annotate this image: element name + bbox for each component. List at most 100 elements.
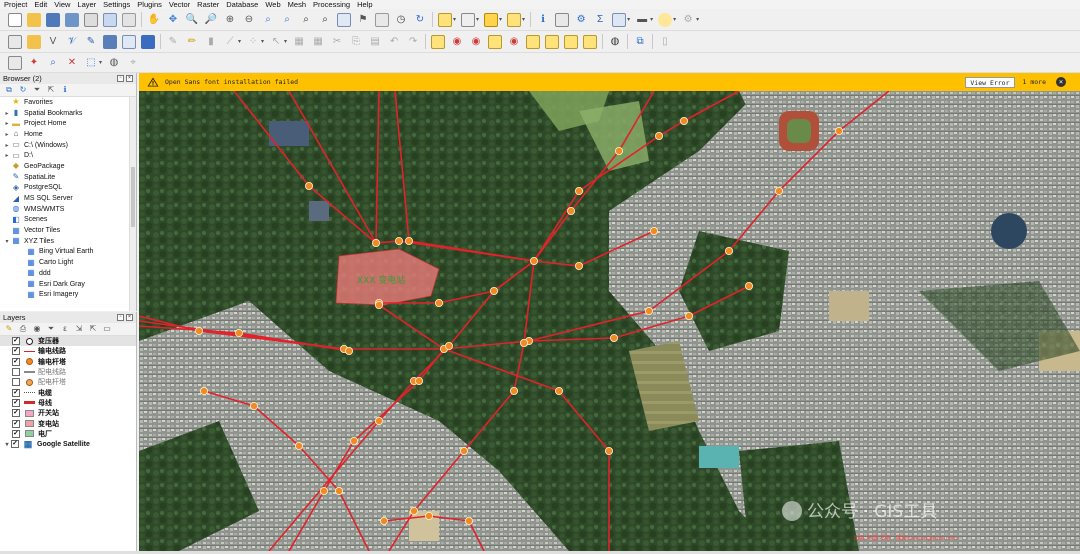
- layer-item[interactable]: ✓ 输电杆塔: [0, 357, 136, 367]
- select-features-icon[interactable]: [484, 12, 499, 27]
- transmission-tower[interactable]: [319, 486, 328, 495]
- layer-visibility-checkbox[interactable]: ✓: [12, 419, 20, 428]
- layer-visibility-checkbox[interactable]: ✓: [11, 440, 19, 449]
- label-highlight-icon[interactable]: ◉: [469, 35, 483, 49]
- undock-icon[interactable]: ▫: [117, 314, 124, 321]
- add-group-icon[interactable]: ⎙: [18, 324, 28, 334]
- more-messages-link[interactable]: 1 more: [1023, 78, 1046, 86]
- zoom-out-icon[interactable]: 🔎: [204, 13, 218, 27]
- redo-icon[interactable]: ↷: [406, 35, 420, 49]
- label-show-hide-icon[interactable]: [488, 34, 503, 49]
- menu-raster[interactable]: Raster: [197, 0, 219, 9]
- layer-item[interactable]: ✓ 输电线路: [0, 346, 136, 356]
- browser-item[interactable]: ▦ Bing Virtual Earth: [0, 247, 136, 258]
- layer-item[interactable]: 配电线路: [0, 367, 136, 377]
- refresh-icon[interactable]: ↻: [413, 13, 427, 27]
- attribute-table-icon[interactable]: [555, 12, 570, 27]
- undock-icon[interactable]: ▫: [117, 75, 124, 82]
- expand-all-icon[interactable]: ⇲: [74, 324, 84, 334]
- expand-arrow-icon[interactable]: ▸: [3, 142, 11, 149]
- transmission-tower[interactable]: [649, 226, 658, 235]
- layer-visibility-checkbox[interactable]: ✓: [12, 347, 20, 356]
- menu-project[interactable]: Project: [4, 0, 27, 9]
- filter-expression-icon[interactable]: ε: [60, 324, 70, 334]
- measure-icon[interactable]: ▬: [635, 13, 649, 27]
- python-console-icon[interactable]: ⧉: [633, 35, 647, 49]
- globe-icon[interactable]: ◍: [107, 56, 121, 70]
- zoom-tool-icon[interactable]: ⌕: [46, 56, 60, 70]
- transmission-tower[interactable]: [725, 246, 734, 255]
- browser-item[interactable]: ▸ ▮ Spatial Bookmarks: [0, 108, 136, 119]
- cut-features-icon[interactable]: ▦: [311, 35, 325, 49]
- layer-item[interactable]: ✓ 电缆: [0, 387, 136, 397]
- browser-item[interactable]: ◍ WMS/WMTS: [0, 204, 136, 215]
- label-change-icon[interactable]: [545, 34, 560, 49]
- expand-arrow-icon[interactable]: ▸: [3, 110, 11, 117]
- paste-features-icon[interactable]: ▤: [368, 35, 382, 49]
- data-source-manager-icon[interactable]: [8, 34, 22, 49]
- transmission-tower[interactable]: [374, 300, 383, 309]
- new-project-icon[interactable]: [8, 12, 22, 27]
- transmission-tower[interactable]: [574, 187, 583, 196]
- label-properties-icon[interactable]: [564, 34, 579, 49]
- menu-vector[interactable]: Vector: [169, 0, 190, 9]
- transmission-tower[interactable]: [250, 401, 259, 410]
- vertex-tool-icon[interactable]: ↖: [269, 35, 283, 49]
- label-rotate-icon[interactable]: [526, 34, 541, 49]
- browser-item[interactable]: ▾ ▦ XYZ Tiles: [0, 236, 136, 247]
- menu-layer[interactable]: Layer: [77, 0, 96, 9]
- transmission-tower[interactable]: [304, 182, 313, 191]
- label-tool-icon[interactable]: [431, 34, 446, 49]
- open-attribute-table-icon[interactable]: [461, 12, 476, 27]
- transmission-tower[interactable]: [574, 261, 583, 270]
- annotation-icon[interactable]: ⚙: [681, 13, 695, 27]
- browser-item[interactable]: ▦ ddd: [0, 268, 136, 279]
- delete-selected-icon[interactable]: ▦: [292, 35, 306, 49]
- info-icon[interactable]: ℹ: [60, 85, 70, 95]
- browser-scrollbar[interactable]: [129, 97, 136, 311]
- manage-map-themes-icon[interactable]: ◉: [32, 324, 42, 334]
- globe-plugin-icon[interactable]: ◍: [608, 35, 622, 49]
- transmission-tower[interactable]: [404, 236, 413, 245]
- transmission-tower[interactable]: [745, 281, 754, 290]
- identify-icon[interactable]: [438, 12, 452, 27]
- transmission-tower[interactable]: [529, 256, 538, 265]
- transmission-tower[interactable]: [344, 346, 353, 355]
- transmission-tower[interactable]: [459, 446, 468, 455]
- zoom-full-icon[interactable]: ⊖: [242, 13, 256, 27]
- bookmark-icon[interactable]: ⚑: [356, 13, 370, 27]
- expand-arrow-icon[interactable]: ▸: [3, 120, 11, 127]
- browser-item[interactable]: ▸ ▬ Project Home: [0, 118, 136, 129]
- expand-arrow-icon[interactable]: ▾: [3, 441, 11, 448]
- transmission-tower[interactable]: [609, 333, 618, 342]
- transmission-tower[interactable]: [235, 328, 244, 337]
- open-project-icon[interactable]: [27, 12, 41, 27]
- add-postgis-icon[interactable]: 𝒱: [65, 35, 79, 49]
- transmission-tower[interactable]: [489, 286, 498, 295]
- browser-item[interactable]: ▸ ▭ C:\ (Windows): [0, 140, 136, 151]
- add-vector-layer-icon[interactable]: [27, 34, 41, 49]
- deselect-icon[interactable]: [507, 12, 522, 27]
- layer-item[interactable]: ✓ 开关站: [0, 408, 136, 418]
- browser-item[interactable]: ◈ PostgreSQL: [0, 183, 136, 194]
- transmission-tower[interactable]: [614, 147, 623, 156]
- collapse-all-icon[interactable]: ⇱: [46, 85, 56, 95]
- add-wms-icon[interactable]: [103, 34, 117, 49]
- select-rectangle-icon[interactable]: ⬚: [84, 56, 98, 70]
- map-canvas[interactable]: XXX 变电站 公众号 · GIS工具 出品:不圈·不限 · 版权:Vinsuo…: [139, 91, 1080, 551]
- save-project-icon[interactable]: [46, 12, 60, 27]
- layer-visibility-checkbox[interactable]: ✓: [12, 337, 20, 346]
- close-message-icon[interactable]: ×: [1056, 77, 1066, 87]
- transmission-tower[interactable]: [835, 127, 844, 136]
- menu-edit[interactable]: Edit: [34, 0, 47, 9]
- transmission-tower[interactable]: [644, 306, 653, 315]
- transmission-tower[interactable]: [685, 311, 694, 320]
- save-edits-icon[interactable]: ▮: [204, 35, 218, 49]
- digitize-icon[interactable]: ⟋: [223, 35, 237, 49]
- transmission-tower[interactable]: [374, 416, 383, 425]
- transmission-tower[interactable]: [394, 236, 403, 245]
- add-feature-icon[interactable]: ⁘: [246, 35, 260, 49]
- advanced-digitizing-icon[interactable]: ⌖: [126, 56, 140, 70]
- show-bookmarks-icon[interactable]: [375, 12, 389, 27]
- expand-arrow-icon[interactable]: ▾: [3, 238, 11, 245]
